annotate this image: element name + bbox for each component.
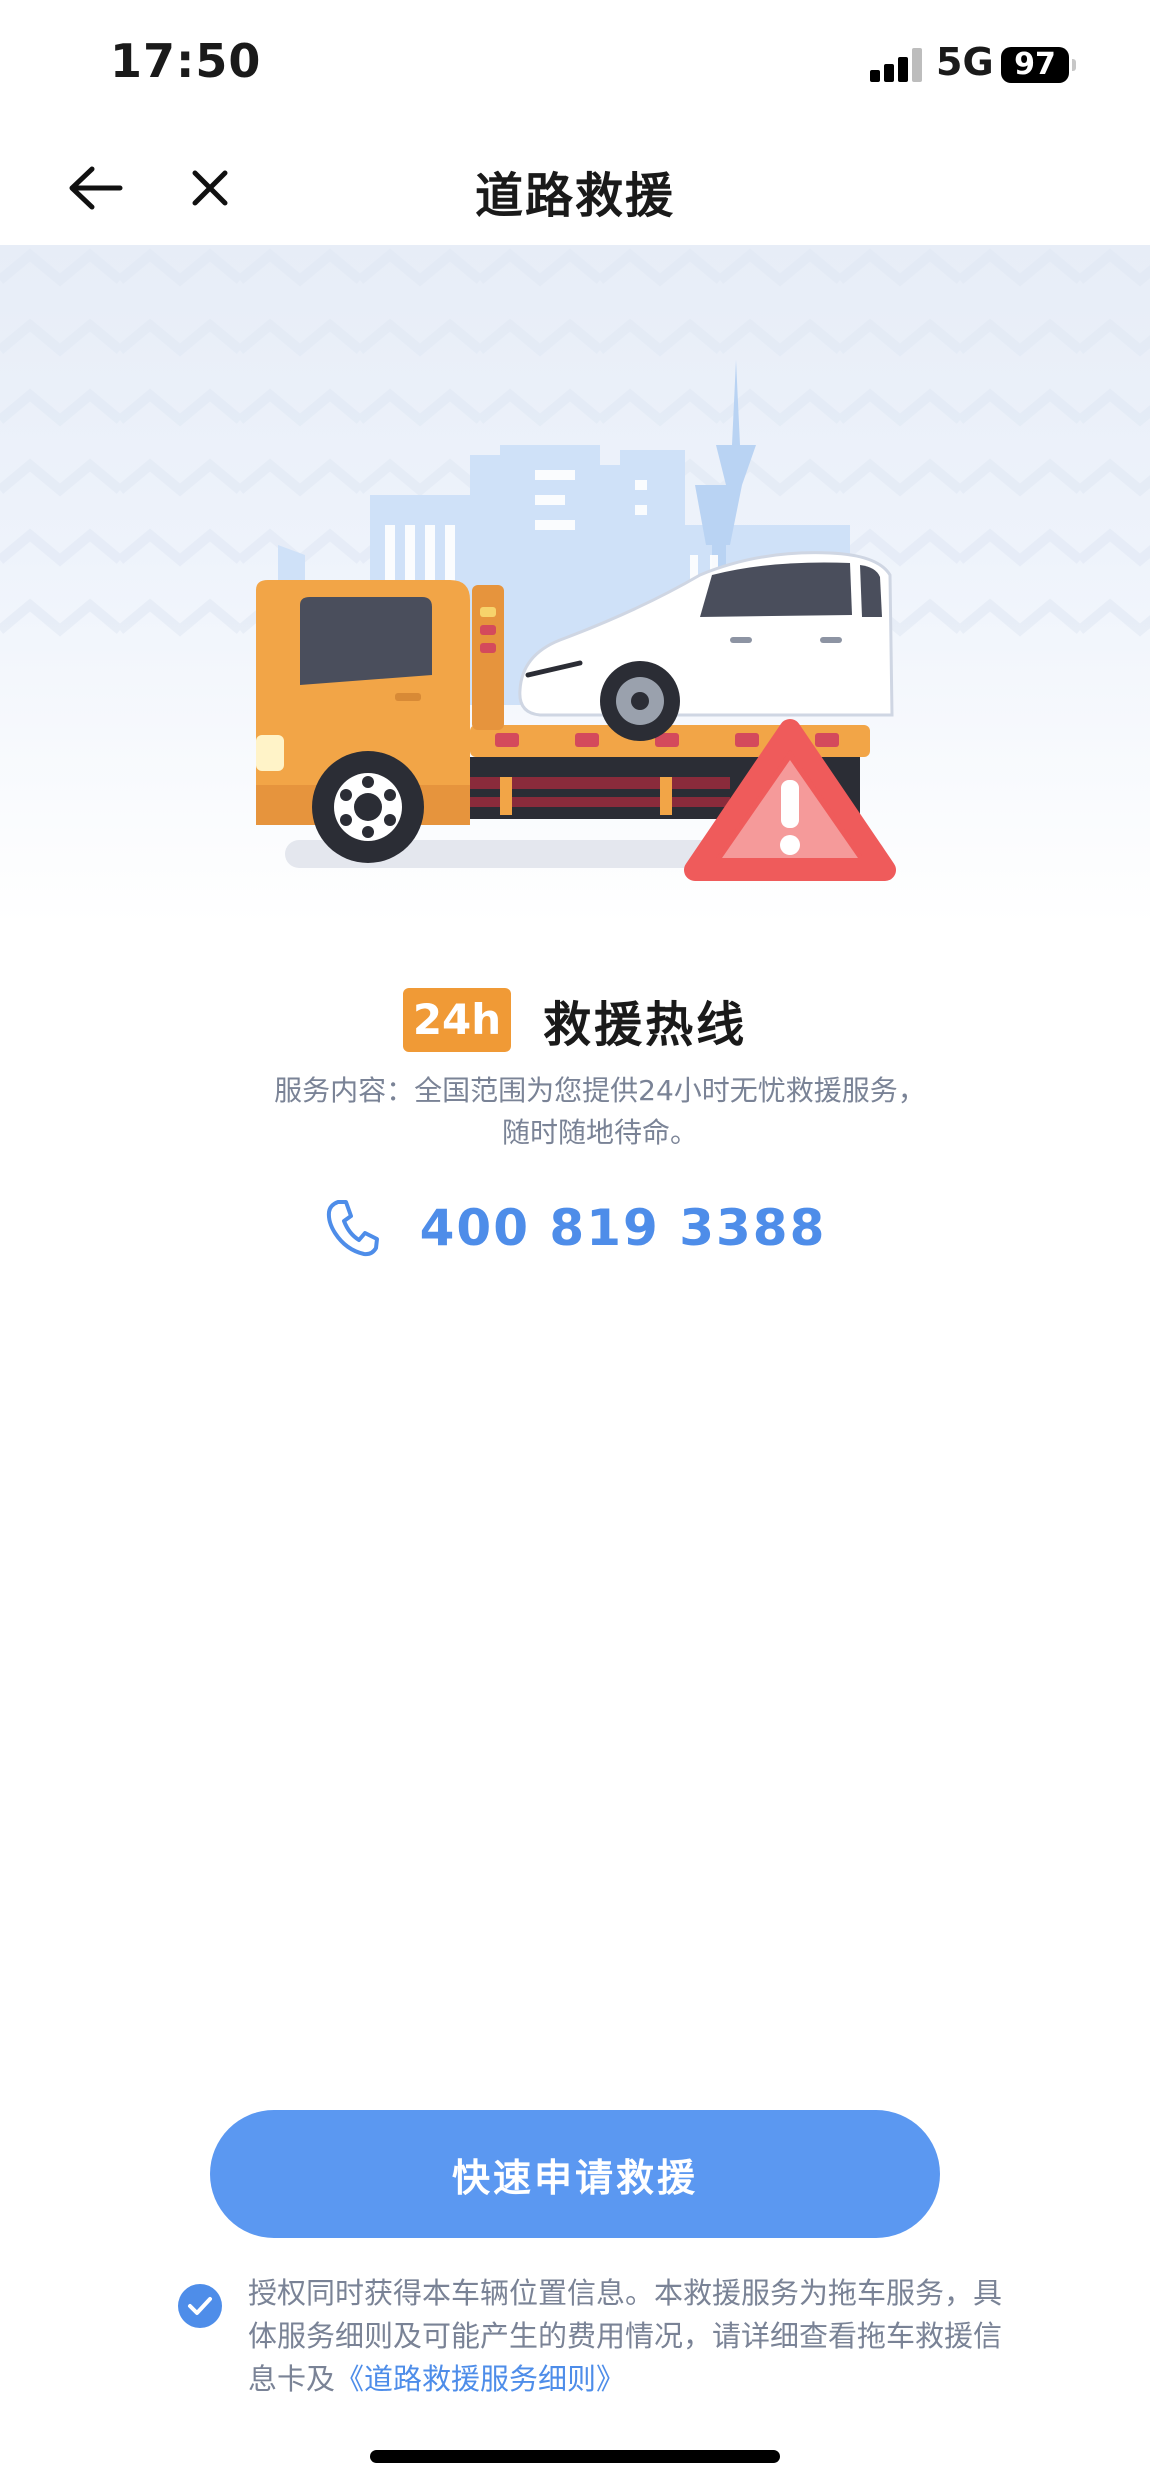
hotline-header: 24h 救援热线 <box>0 985 1150 1055</box>
battery-icon: 97 <box>1001 47 1069 83</box>
status-time: 17:50 <box>110 34 262 88</box>
home-indicator <box>370 2450 780 2463</box>
battery-tip <box>1072 59 1076 71</box>
24h-badge: 24h <box>402 988 512 1052</box>
service-description: 服务内容：全国范围为您提供24小时无忧救援服务，随时随地待命。 <box>274 1074 926 1149</box>
rescue-rules-link[interactable]: 《道路救援服务细则》 <box>335 2362 625 2396</box>
phone-link[interactable]: 400 819 3388 <box>0 1190 1150 1266</box>
hotline-title: 救援热线 <box>543 997 748 1053</box>
phone-number[interactable]: 400 819 3388 <box>420 1199 827 1257</box>
battery-level: 97 <box>1014 47 1056 82</box>
signal-icon <box>870 48 922 82</box>
nav-bar: 道路救援 <box>0 130 1150 245</box>
page-title: 道路救援 <box>474 168 675 224</box>
agreement-checkbox[interactable] <box>178 2284 222 2328</box>
check-icon <box>188 2297 212 2315</box>
hero-banner <box>0 245 1150 925</box>
network-type: 5G <box>936 40 994 84</box>
tow-truck-illustration <box>0 245 1150 881</box>
phone-icon <box>326 1200 379 1257</box>
status-bar: 17:50 5G 97 <box>0 0 1150 130</box>
agreement-text: 授权同时获得本车辆位置信息。本救援服务为拖车服务，具体服务细则及可能产生的费用情… <box>248 2272 1008 2401</box>
apply-rescue-button[interactable]: 快速申请救援 <box>210 2110 940 2238</box>
